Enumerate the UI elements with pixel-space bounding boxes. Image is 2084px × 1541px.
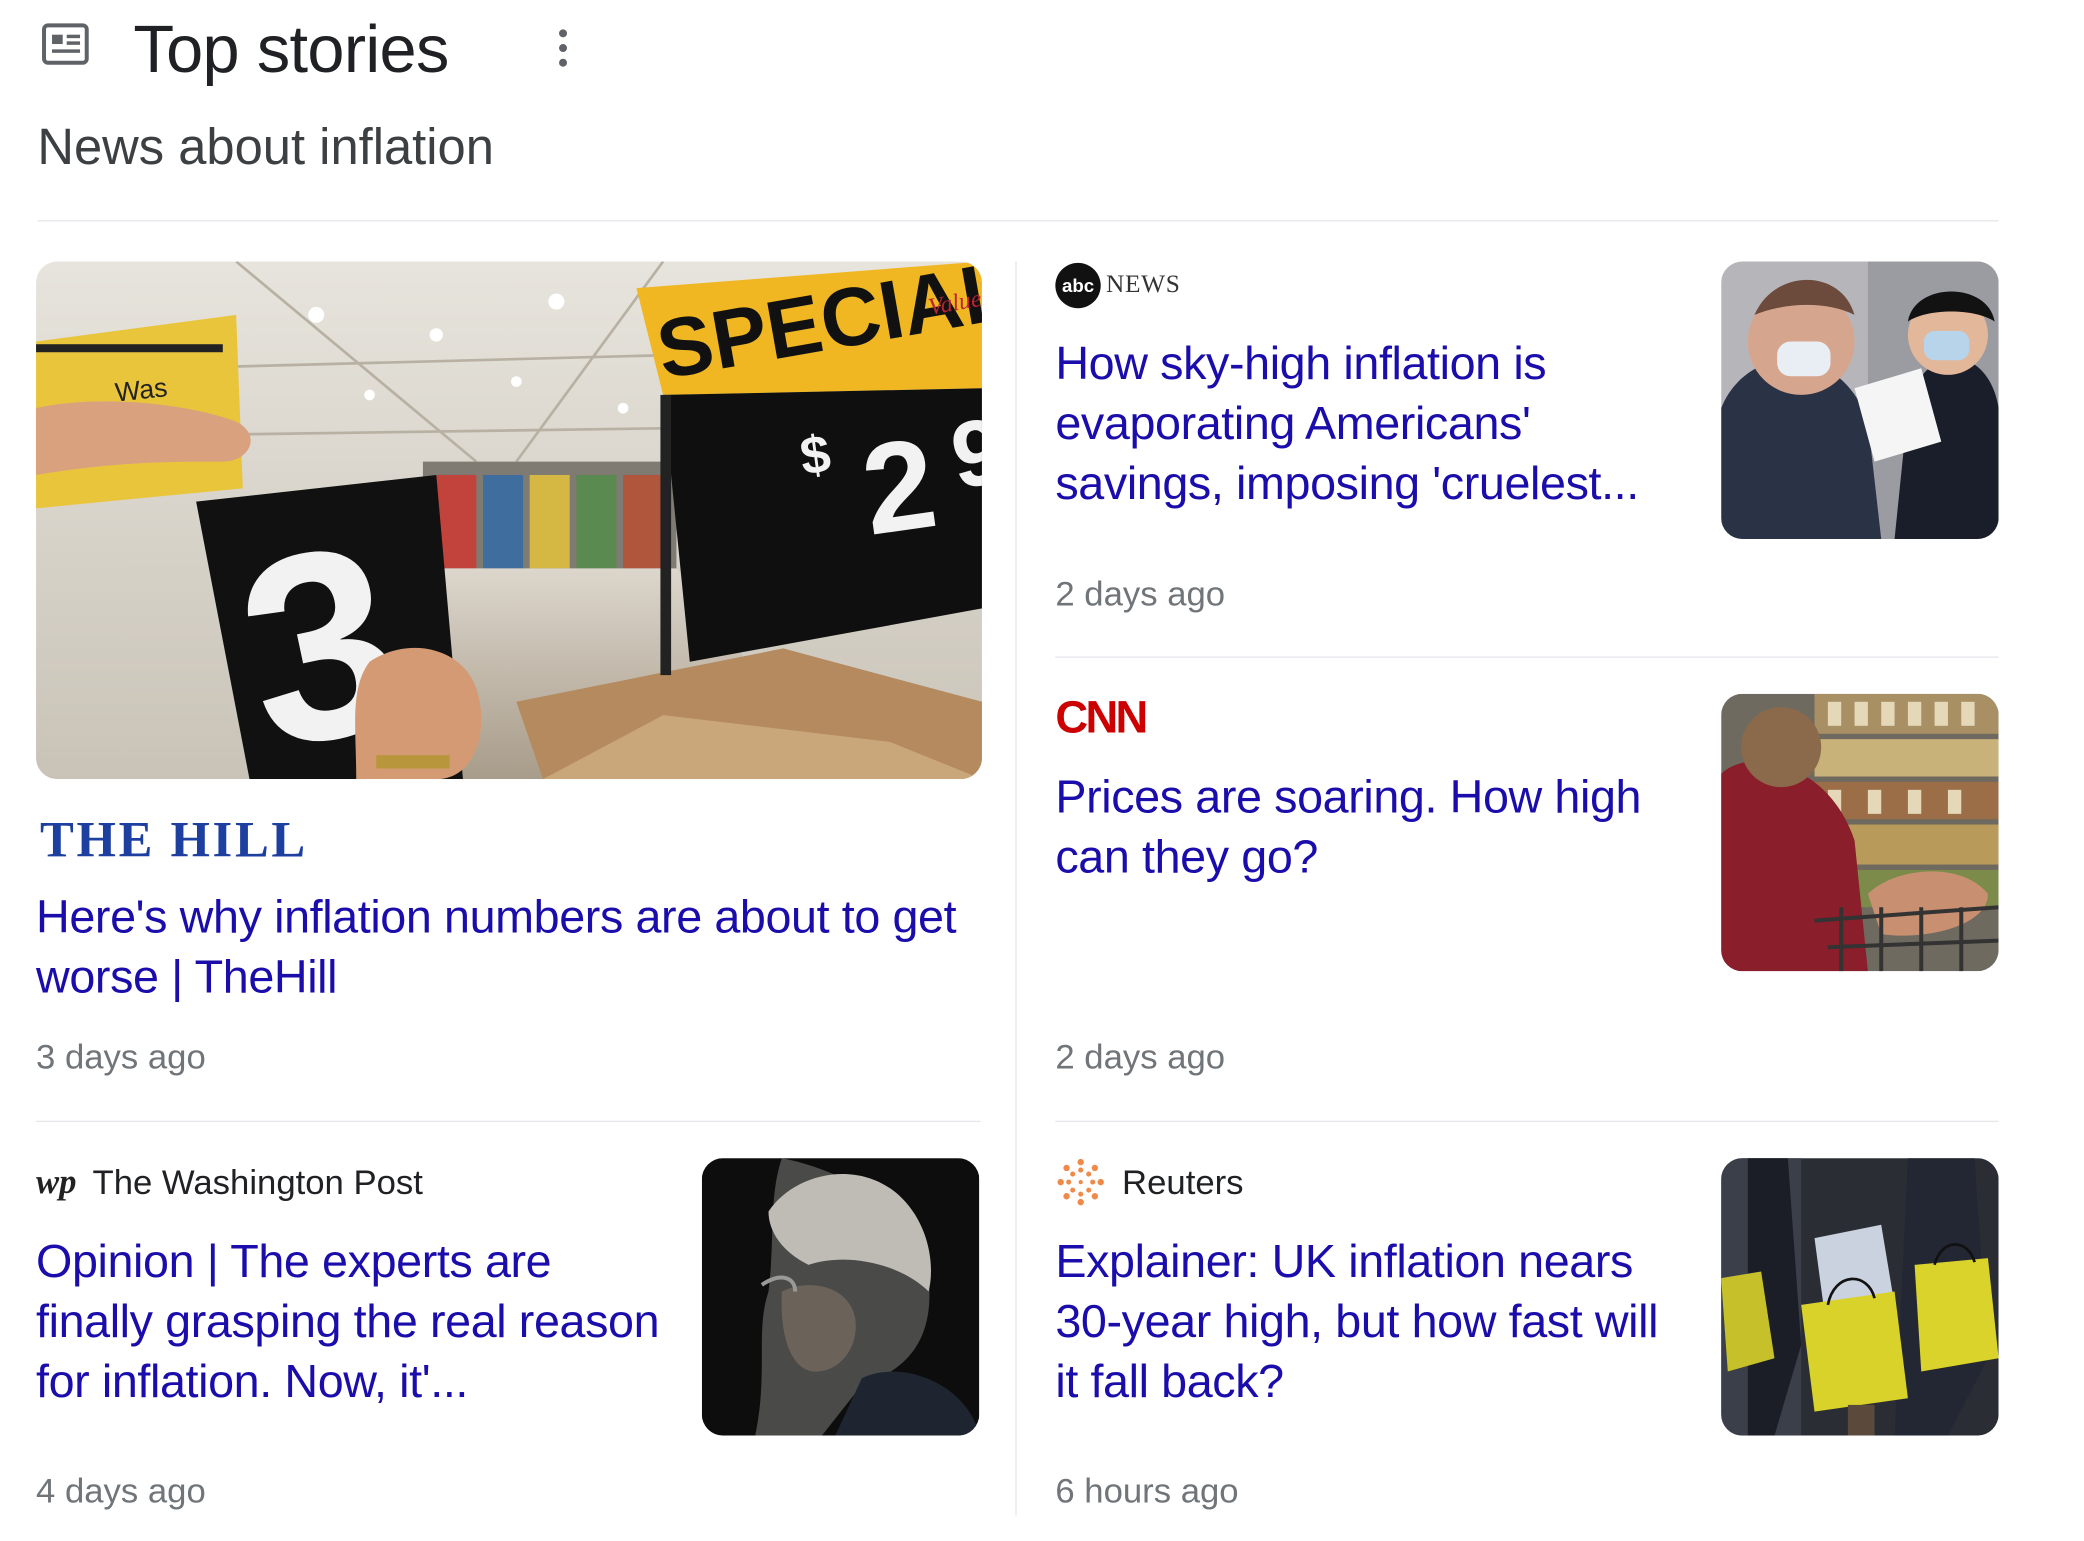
reuters-source-name: Reuters bbox=[1122, 1161, 1244, 1202]
story-wapo-time: 4 days ago bbox=[36, 1470, 206, 1511]
abc-news-logo: abc bbox=[1055, 262, 1101, 309]
story-cnn-headline[interactable]: Prices are soaring. How high can they go… bbox=[1055, 767, 1682, 887]
story-reuters-image[interactable] bbox=[1721, 1158, 1999, 1436]
story-wapo-source: wp The Washington Post bbox=[36, 1158, 423, 1206]
story-cnn-source: CNN bbox=[1055, 692, 1148, 744]
story-lead-time: 3 days ago bbox=[36, 1036, 206, 1077]
header-divider bbox=[37, 220, 1999, 222]
cnn-logo: CNN bbox=[1055, 692, 1148, 744]
top-stories-panel: Top stories News about inflation Was 3 S… bbox=[0, 0, 2084, 1541]
portrait-profile-image bbox=[701, 1158, 980, 1436]
more-options-button[interactable] bbox=[544, 21, 581, 74]
story-wapo-headline[interactable]: Opinion | The experts are finally graspi… bbox=[36, 1231, 676, 1411]
story-reuters-headline[interactable]: Explainer: UK inflation nears 30-year hi… bbox=[1055, 1231, 1682, 1411]
story-wapo-image[interactable] bbox=[701, 1158, 980, 1436]
story-lead-headline[interactable]: Here's why inflation numbers are about t… bbox=[36, 887, 970, 1007]
row-divider bbox=[1055, 656, 1999, 658]
more-vert-icon-dot bbox=[559, 44, 568, 53]
row-divider bbox=[1055, 1120, 1999, 1123]
more-vert-icon-dot bbox=[559, 58, 568, 67]
section-title: Top stories bbox=[133, 12, 449, 87]
grocery-shopper-image bbox=[1721, 693, 1999, 972]
story-reuters-time: 6 hours ago bbox=[1055, 1470, 1239, 1511]
story-abc-headline[interactable]: How sky-high inflation is evaporating Am… bbox=[1055, 334, 1682, 514]
the-hill-logo: THE HILL bbox=[40, 812, 308, 869]
story-abc-image[interactable] bbox=[1721, 261, 1999, 540]
more-vert-icon bbox=[559, 29, 568, 38]
story-reuters-source: Reuters bbox=[1055, 1158, 1244, 1206]
story-abc-source: abc NEWS bbox=[1055, 262, 1180, 310]
newspaper-icon bbox=[42, 23, 89, 65]
story-cnn-image[interactable] bbox=[1721, 693, 1999, 972]
story-lead-image[interactable]: Was 3 SPECIAL Value $ 2 9 bbox=[36, 261, 982, 780]
wapo-source-name: The Washington Post bbox=[92, 1161, 423, 1202]
reuters-logo bbox=[1057, 1158, 1104, 1206]
wapo-logo: wp bbox=[36, 1162, 77, 1201]
abc-news-logo-text: NEWS bbox=[1106, 270, 1181, 299]
story-cnn-time: 2 days ago bbox=[1055, 1036, 1226, 1077]
column-divider bbox=[1015, 261, 1017, 1516]
section-subtitle: News about inflation bbox=[37, 120, 494, 177]
story-abc-time: 2 days ago bbox=[1055, 573, 1226, 614]
masked-shoppers-image bbox=[1721, 261, 1999, 540]
row-divider bbox=[36, 1120, 981, 1123]
shoppers-bags-image bbox=[1721, 1158, 1999, 1436]
supermarket-price-sign-image: Was 3 SPECIAL Value $ 2 9 bbox=[36, 261, 982, 780]
